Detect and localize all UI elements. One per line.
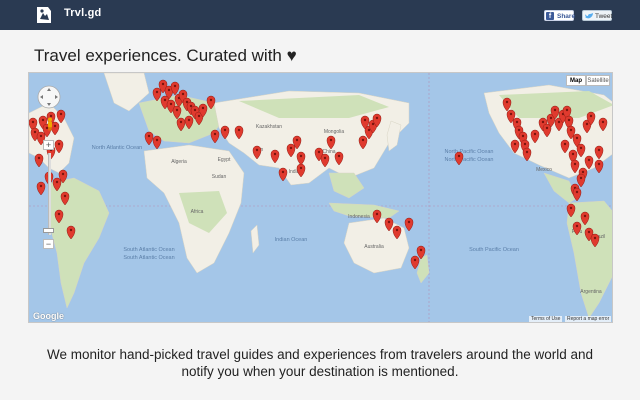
map-label-north-pacific-mid: North Pacific Ocean [445, 157, 494, 163]
map-label-algeria: Algeria [171, 159, 187, 165]
map-label-south-atlantic-left: South Atlantic Ocean [123, 247, 174, 253]
landmass-south-america-west [48, 177, 110, 309]
map-type-satellite-button[interactable]: Satellite [586, 75, 610, 86]
twitter-tweet-label: Tweet [595, 13, 613, 20]
map-pin-icon[interactable] [34, 153, 44, 168]
map-pin-icon[interactable] [410, 255, 420, 270]
page-tagline: We monitor hand-picked travel guides and… [46, 347, 594, 379]
google-logo[interactable]: Google [33, 311, 64, 321]
zoom-in-button[interactable]: + [43, 140, 54, 150]
map-label-south-pacific: South Pacific Ocean [469, 247, 519, 253]
zoom-slider-track[interactable] [48, 153, 51, 235]
landmass-madagascar [250, 224, 260, 254]
map-label-argentina: Argentina [580, 289, 602, 295]
map-pin-icon[interactable] [210, 129, 220, 144]
zoom-slider-thumb[interactable] [43, 228, 54, 233]
page-headline: Travel experiences. Curated with ♥ [34, 46, 297, 65]
map-label-mexico: Mexico [536, 167, 552, 173]
map-pin-icon[interactable] [454, 151, 464, 166]
facebook-share-label: Share [557, 13, 576, 20]
landmass-southeast-asia [328, 172, 365, 199]
map-pin-icon[interactable] [36, 181, 46, 196]
top-navigation-bar: Trvl.gd f Share Tweet [0, 0, 640, 30]
map-pin-icon[interactable] [576, 173, 586, 188]
street-view-pegman-icon[interactable] [46, 117, 54, 131]
map-type-map-button[interactable]: Map [566, 75, 586, 86]
map-terms-link[interactable]: Terms of Use [529, 316, 563, 322]
landmass-south-america-east [566, 200, 612, 319]
brand-name[interactable]: Trvl.gd [64, 7, 101, 19]
map-label-sudan: Sudan [212, 174, 227, 180]
map-label-egypt: Egypt [218, 157, 231, 163]
twitter-bird-icon [585, 13, 593, 19]
world-map[interactable]: North Atlantic Ocean North Pacific Ocean… [28, 72, 613, 323]
trvl-logo-icon[interactable] [34, 5, 54, 25]
zoom-out-button[interactable]: − [43, 239, 54, 249]
facebook-icon: f [546, 12, 554, 20]
map-pan-control-icon[interactable] [37, 85, 61, 109]
map-pin-icon[interactable] [144, 131, 154, 146]
map-pin-icon[interactable] [404, 217, 414, 232]
map-pin-icon[interactable] [152, 135, 162, 150]
world-map-canvas[interactable]: North Atlantic Ocean North Pacific Ocean… [29, 73, 613, 323]
map-label-australia: Australia [364, 244, 384, 250]
map-pin-icon[interactable] [278, 167, 288, 182]
map-label-kazakhstan: Kazakhstan [256, 124, 282, 130]
twitter-tweet-button[interactable]: Tweet [582, 10, 612, 21]
map-label-north-atlantic: North Atlantic Ocean [92, 145, 142, 151]
map-label-mongolia: Mongolia [324, 129, 345, 135]
map-label-north-pacific-right: North Pacific Ocean [445, 149, 494, 155]
map-label-south-atlantic-right: South Atlantic Ocean [123, 255, 174, 261]
map-label-africa: Africa [191, 209, 204, 215]
map-pin-icon[interactable] [594, 159, 604, 174]
map-label-indonesia: Indonesia [348, 214, 370, 220]
map-label-indian-ocean: Indian Ocean [275, 237, 308, 243]
map-report-error-link[interactable]: Report a map error [565, 316, 612, 322]
facebook-share-button[interactable]: f Share [544, 10, 576, 21]
